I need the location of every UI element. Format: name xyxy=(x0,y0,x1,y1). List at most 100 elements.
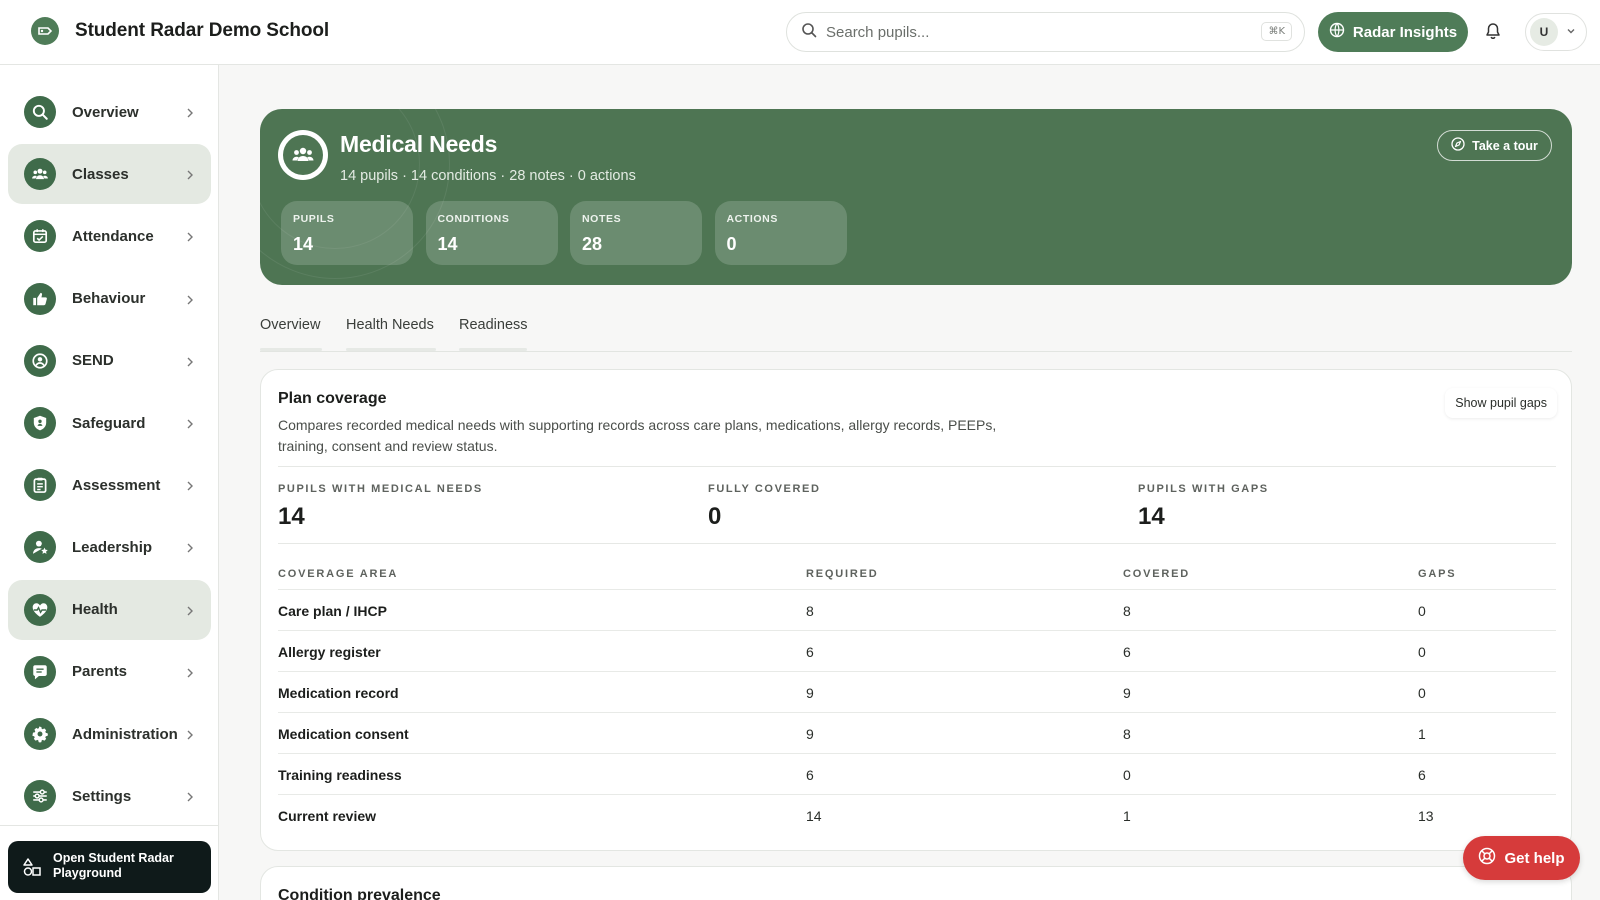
metric-value: 14 xyxy=(1138,503,1165,530)
tab-indicator xyxy=(346,348,436,351)
cell-covered: 8 xyxy=(1123,603,1131,619)
cell-area: Training readiness xyxy=(278,767,402,783)
cell-area: Care plan / IHCP xyxy=(278,603,387,619)
sidebar: Overview Classes Attendance Behaviour SEND Sa… xyxy=(0,65,219,900)
open-playground-button[interactable]: Open Student Radar Playground xyxy=(8,841,211,893)
cell-required: 9 xyxy=(806,726,814,742)
sidebar-item-classes[interactable]: Classes xyxy=(8,144,211,205)
brand[interactable]: Student Radar Demo School xyxy=(31,17,329,45)
radar-insights-button[interactable]: Radar Insights xyxy=(1318,12,1468,52)
sidebar-item-assessment[interactable]: Assessment xyxy=(8,455,211,515)
stat-card-notes: NOTES 28 xyxy=(570,201,702,265)
sidebar-item-label: Attendance xyxy=(72,227,154,245)
sidebar-item-health[interactable]: Health xyxy=(8,579,211,640)
cell-gaps: 13 xyxy=(1418,808,1434,824)
avatar: U xyxy=(1530,18,1558,46)
card-title: Condition prevalence xyxy=(278,887,441,900)
sidebar-item-label: Parents xyxy=(72,663,128,681)
sidebar-item-parents[interactable]: Parents xyxy=(8,642,211,702)
table-row[interactable]: Care plan / IHCP 8 8 0 xyxy=(278,589,1556,630)
search-icon xyxy=(24,96,56,128)
cell-area: Allergy register xyxy=(278,644,381,660)
sidebar-item-leadership[interactable]: Leadership xyxy=(8,517,211,577)
page-subtitle: 14 pupils · 14 conditions · 28 notes · 0… xyxy=(340,168,636,184)
shapes-icon xyxy=(22,857,42,882)
cell-gaps: 0 xyxy=(1418,644,1426,660)
cell-covered: 1 xyxy=(1123,808,1131,824)
chevron-right-icon xyxy=(185,604,195,622)
stat-label: NOTES xyxy=(582,213,622,225)
sidebar-item-label: Behaviour xyxy=(72,290,146,308)
tab-health-needs[interactable]: Health Needs xyxy=(346,317,434,345)
column-header: GAPS xyxy=(1418,568,1457,580)
metric-value: 14 xyxy=(278,503,305,530)
condition-prevalence-card: Condition prevalence xyxy=(260,866,1572,900)
search-box[interactable]: ⌘K xyxy=(786,12,1305,52)
chevron-right-icon xyxy=(185,106,195,124)
chevron-right-icon xyxy=(185,728,195,746)
divider xyxy=(278,543,1556,544)
chevron-right-icon xyxy=(185,230,195,248)
cell-gaps: 1 xyxy=(1418,726,1426,742)
stat-value: 0 xyxy=(726,234,737,254)
stat-card-actions: ACTIONS 0 xyxy=(714,201,847,265)
sidebar-item-settings[interactable]: Settings xyxy=(8,766,211,826)
sidebar-item-safeguard[interactable]: Safeguard xyxy=(8,393,211,453)
cell-required: 9 xyxy=(806,685,814,701)
cell-gaps: 0 xyxy=(1418,685,1426,701)
lifebuoy-icon xyxy=(1478,847,1496,869)
sidebar-item-label: SEND xyxy=(72,352,114,370)
column-header: REQUIRED xyxy=(806,568,879,580)
get-help-label: Get help xyxy=(1504,849,1565,867)
cell-required: 14 xyxy=(806,808,822,824)
chevron-right-icon xyxy=(185,666,195,684)
bell-icon[interactable] xyxy=(1484,22,1504,42)
tab-overview[interactable]: Overview xyxy=(260,317,320,345)
sidebar-item-label: Assessment xyxy=(72,476,161,494)
stat-value: 14 xyxy=(293,234,314,254)
sidebar-item-label: Safeguard xyxy=(72,414,146,432)
chevron-right-icon xyxy=(185,479,195,497)
table-row[interactable]: Current review 14 1 13 xyxy=(278,794,1556,835)
tab-indicator xyxy=(260,348,322,351)
cell-gaps: 0 xyxy=(1418,603,1426,619)
table-row[interactable]: Training readiness 6 0 6 xyxy=(278,753,1556,794)
table-row[interactable]: Medication consent 9 8 1 xyxy=(278,712,1556,753)
metric-label: PUPILS WITH MEDICAL NEEDS xyxy=(278,483,483,495)
take-a-tour-button[interactable]: Take a tour xyxy=(1437,130,1552,161)
sidebar-item-behaviour[interactable]: Behaviour xyxy=(8,269,211,329)
sidebar-item-attendance[interactable]: Attendance xyxy=(8,206,211,266)
cell-covered: 8 xyxy=(1123,726,1131,742)
get-help-button[interactable]: Get help xyxy=(1463,836,1580,880)
gear-icon xyxy=(24,718,56,750)
cell-covered: 6 xyxy=(1123,644,1131,660)
take-a-tour-label: Take a tour xyxy=(1472,138,1538,153)
divider xyxy=(278,466,1556,467)
chevron-down-icon xyxy=(1566,23,1576,41)
user-menu[interactable]: U xyxy=(1525,13,1587,51)
table-row[interactable]: Allergy register 6 6 0 xyxy=(278,630,1556,671)
sidebar-item-overview[interactable]: Overview xyxy=(8,82,211,142)
search-icon xyxy=(801,22,817,43)
chevron-right-icon xyxy=(185,541,195,559)
stat-label: CONDITIONS xyxy=(437,213,510,225)
table-row[interactable]: Medication record 9 9 0 xyxy=(278,671,1556,712)
chevron-right-icon xyxy=(185,355,195,373)
sidebar-item-label: Health xyxy=(72,601,118,619)
tab-readiness[interactable]: Readiness xyxy=(459,317,528,345)
radar-logo-icon xyxy=(31,17,59,45)
sidebar-item-label: Overview xyxy=(72,103,139,121)
hero-icon-badge xyxy=(278,130,328,180)
sidebar-item-administration[interactable]: Administration xyxy=(8,704,211,764)
search-input[interactable] xyxy=(826,23,1246,41)
chevron-right-icon xyxy=(185,293,195,311)
chevron-right-icon xyxy=(185,790,195,808)
cell-required: 6 xyxy=(806,644,814,660)
show-pupil-gaps-button[interactable]: Show pupil gaps xyxy=(1445,388,1557,418)
search-shortcut: ⌘K xyxy=(1261,22,1292,41)
sliders-icon xyxy=(24,780,56,813)
sidebar-item-send[interactable]: SEND xyxy=(8,331,211,391)
stat-card-conditions: CONDITIONS 14 xyxy=(425,201,558,265)
cell-area: Current review xyxy=(278,808,377,824)
metric-label: FULLY COVERED xyxy=(708,483,821,495)
